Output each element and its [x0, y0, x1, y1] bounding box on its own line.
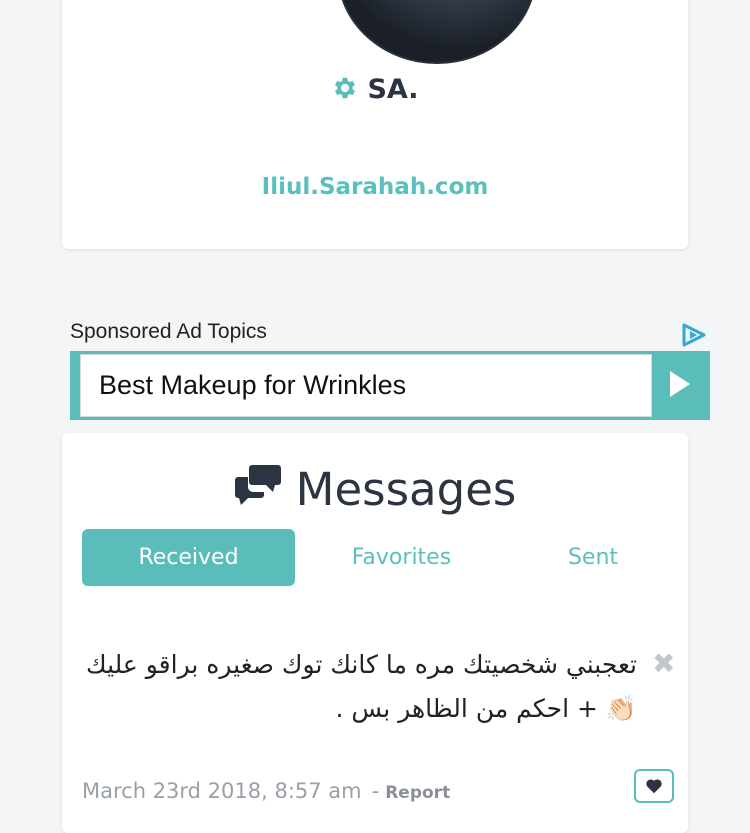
profile-url-link[interactable]: Iliul.Sarahah.com [62, 174, 688, 200]
message-text: تعجبني شخصيتك مره ما كانك توك صغيره براق… [86, 650, 637, 723]
favorite-button[interactable] [634, 769, 674, 803]
ad-text: Best Makeup for Wrinkles [99, 370, 407, 400]
comments-icon [234, 465, 281, 505]
messages-card: Messages Received Favorites Sent تعجبني … [62, 433, 688, 833]
message-meta: March 23rd 2018, 8:57 am - Report [82, 779, 450, 803]
messages-title: Messages [295, 463, 517, 516]
gear-icon[interactable] [331, 74, 359, 102]
profile-card: SA. Iliul.Sarahah.com [62, 0, 688, 249]
tab-received[interactable]: Received [82, 529, 295, 586]
heart-icon [646, 779, 662, 794]
ad-choices-icon[interactable] [680, 322, 708, 348]
ad-title: Sponsored Ad Topics [70, 320, 267, 343]
tab-sent[interactable]: Sent [508, 529, 678, 586]
messages-header: Messages [62, 463, 688, 516]
profile-name: SA. [367, 74, 419, 105]
avatar[interactable] [337, 0, 537, 64]
meta-separator: - [371, 779, 380, 803]
report-link[interactable]: Report [385, 783, 450, 803]
ad-text-box[interactable]: Best Makeup for Wrinkles [80, 354, 652, 417]
ad-banner[interactable]: Best Makeup for Wrinkles [70, 351, 710, 420]
tab-favorites[interactable]: Favorites [295, 529, 508, 586]
profile-name-row: SA. [62, 74, 688, 105]
message-date: March 23rd 2018, 8:57 am [82, 779, 362, 803]
close-icon[interactable]: ✖ [652, 647, 675, 680]
play-icon[interactable] [668, 369, 692, 399]
